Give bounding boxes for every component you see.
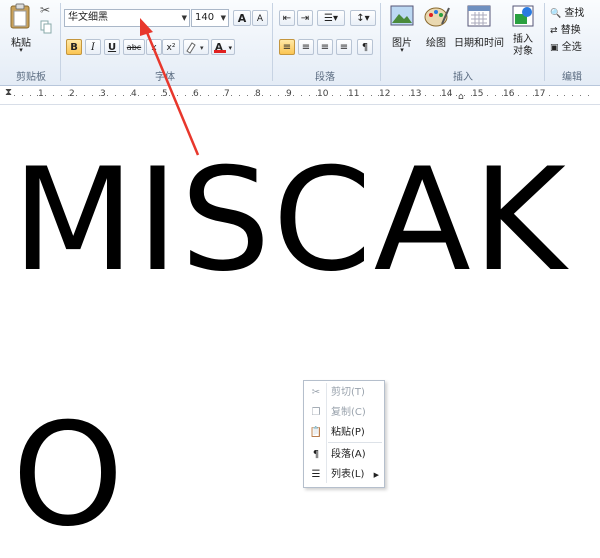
- annotation-arrow: [140, 18, 200, 156]
